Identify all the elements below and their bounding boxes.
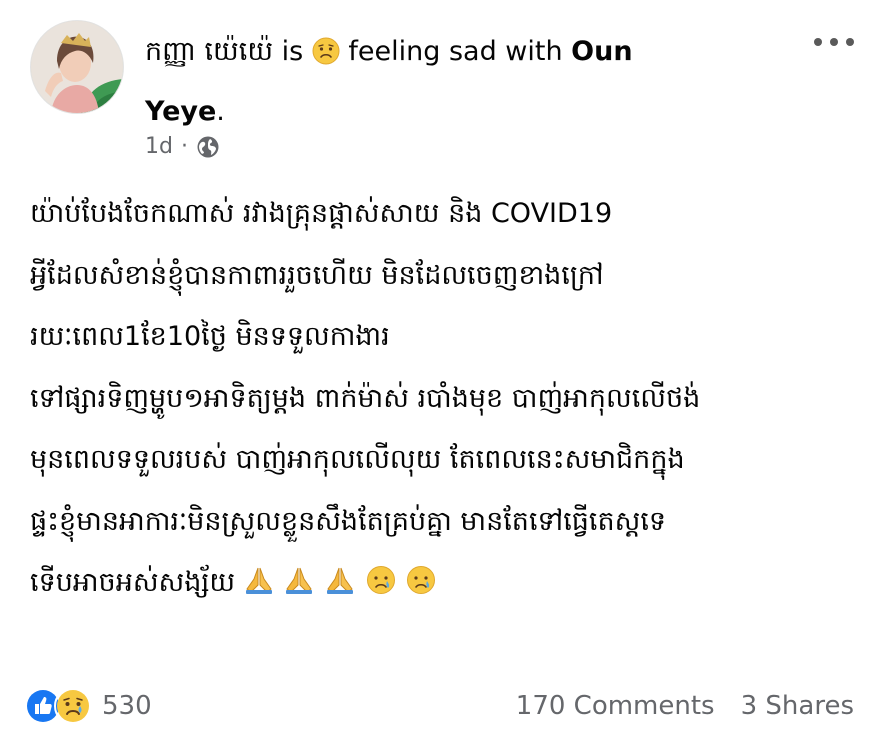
body-line: រយៈពេល1ខែ10ថ្ងៃ មិនទទួលកាងារ [30,321,390,352]
feeling-text: feeling sad with [348,36,563,67]
reactions-summary[interactable]: 530 [24,687,152,725]
body-line-last: ទើបអាចអស់សង្ស័យ [30,555,860,617]
crying-face-icon [407,566,436,594]
sad-reaction-icon [54,687,92,725]
engagement-stats: 170 Comments 3 Shares [516,691,854,721]
crying-face-icon [366,566,395,594]
body-line-text: ទើបអាចអស់សង្ស័យ [30,567,236,598]
meta-separator: · [180,134,188,159]
tagged-user-first[interactable]: Oun [571,36,632,67]
folded-hands-icon [326,567,353,594]
more-options-button[interactable] [814,28,854,56]
body-line: ទៅផ្សារទិញម្ហូប១អាទិត្យម្តង ពាក់ម៉ាស់ រប… [30,382,701,414]
is-text: is [281,36,304,67]
facebook-post: កញ្ញា យ៉េយ៉េ is feeling sad with Oun Yey… [0,0,880,732]
post-footer: 530 170 Comments 3 Shares [24,684,854,728]
shares-link[interactable]: 3 Shares [741,691,854,721]
body-line: មុនពេលទទួលរបស់ បាញ់អាកុលលើលុយ តែពេលនេះសម… [30,444,685,475]
header-period: . [216,96,225,127]
more-dot [814,38,822,46]
comments-link[interactable]: 170 Comments [516,691,715,721]
folded-hands-icon [245,567,272,594]
post-body: យ៉ាប់បែងចែកណាស់ រវាងគ្រុនផ្តាស់សាយ និង C… [30,186,860,617]
reaction-count: 530 [102,691,152,721]
post-time[interactable]: 1d [145,134,173,159]
avatar-image [31,21,123,113]
more-dot [846,38,854,46]
sad-face-icon [312,37,340,65]
body-line: យ៉ាប់បែងចែកណាស់ រវាងគ្រុនផ្តាស់សាយ និង C… [30,198,613,229]
globe-icon[interactable] [196,135,220,159]
body-line: អ្វីដែលសំខាន់ខ្ញុំបានកាពាររួចហើយ មិនដែលច… [30,259,604,291]
author-avatar[interactable] [30,20,124,114]
author-name[interactable]: កញ្ញា យ៉េយ៉េ [145,36,273,67]
post-meta: 1d · [145,134,220,159]
post-header: កញ្ញា យ៉េយ៉េ is feeling sad with Oun Yey… [145,22,725,142]
body-line: ផ្ទះខ្ញុំមានអាការៈមិនស្រួលខ្លួនសឹងតែគ្រប… [30,505,667,537]
more-dot [830,38,838,46]
tagged-user-last[interactable]: Yeye [145,96,216,127]
folded-hands-icon [286,567,313,594]
